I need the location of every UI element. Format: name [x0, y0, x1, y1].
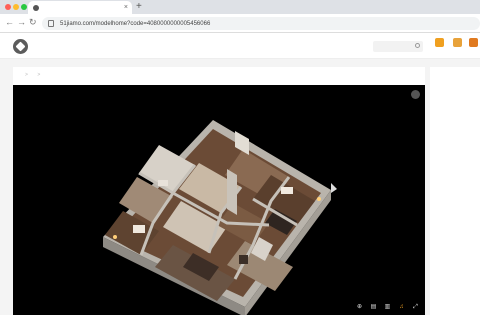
- viewer-card: > > ⊕ ▤ ▥ ♫ ⤢: [13, 67, 425, 315]
- url-text: 51jiamo.com/modelhome?code=4080000000005…: [60, 20, 211, 27]
- header-icon-button[interactable]: [450, 38, 464, 48]
- rotate-arrow-icon[interactable]: [331, 183, 337, 193]
- site-header: [0, 33, 480, 59]
- back-button[interactable]: ←: [5, 17, 14, 27]
- floorplan-render[interactable]: [13, 85, 425, 315]
- zoom-control-icon[interactable]: ⊕: [356, 304, 363, 311]
- header-icon-button[interactable]: [432, 38, 446, 48]
- favicon-icon: [33, 4, 39, 11]
- header-icon-button[interactable]: [466, 38, 480, 48]
- site-logo-icon[interactable]: [13, 39, 28, 54]
- browser-tab-strip: × +: [0, 0, 480, 14]
- music-icon[interactable]: ♫: [398, 304, 405, 311]
- search-input[interactable]: [373, 41, 423, 52]
- tab-close-icon[interactable]: ×: [124, 4, 128, 11]
- header-action-icon: [434, 38, 444, 47]
- header-action-icon: [468, 38, 478, 47]
- header-action-icon: [452, 38, 462, 47]
- breadcrumb: > >: [25, 72, 41, 78]
- address-bar[interactable]: 51jiamo.com/modelhome?code=4080000000005…: [42, 17, 480, 30]
- 3d-model-viewer[interactable]: ⊕ ▤ ▥ ♫ ⤢: [13, 85, 425, 315]
- viewer-controls: ⊕ ▤ ▥ ♫ ⤢: [356, 304, 419, 311]
- page-body: > > ⊕ ▤ ▥ ♫ ⤢: [0, 59, 480, 315]
- new-tab-button[interactable]: +: [136, 1, 142, 12]
- floor-plan-icon[interactable]: ▤: [370, 304, 377, 311]
- minimize-window-button[interactable]: [13, 4, 19, 10]
- browser-toolbar: ← → ↻ 51jiamo.com/modelhome?code=4080000…: [0, 14, 480, 33]
- layers-icon[interactable]: ▥: [384, 304, 391, 311]
- reload-button[interactable]: ↻: [29, 17, 37, 28]
- maximize-window-button[interactable]: [21, 4, 27, 10]
- search-icon[interactable]: [415, 43, 420, 48]
- forward-button[interactable]: →: [17, 17, 26, 27]
- lock-icon: [48, 20, 54, 27]
- browser-tab[interactable]: ×: [28, 1, 132, 14]
- close-window-button[interactable]: [5, 4, 11, 10]
- info-sidebar: [430, 67, 480, 315]
- fullscreen-icon[interactable]: ⤢: [412, 304, 419, 311]
